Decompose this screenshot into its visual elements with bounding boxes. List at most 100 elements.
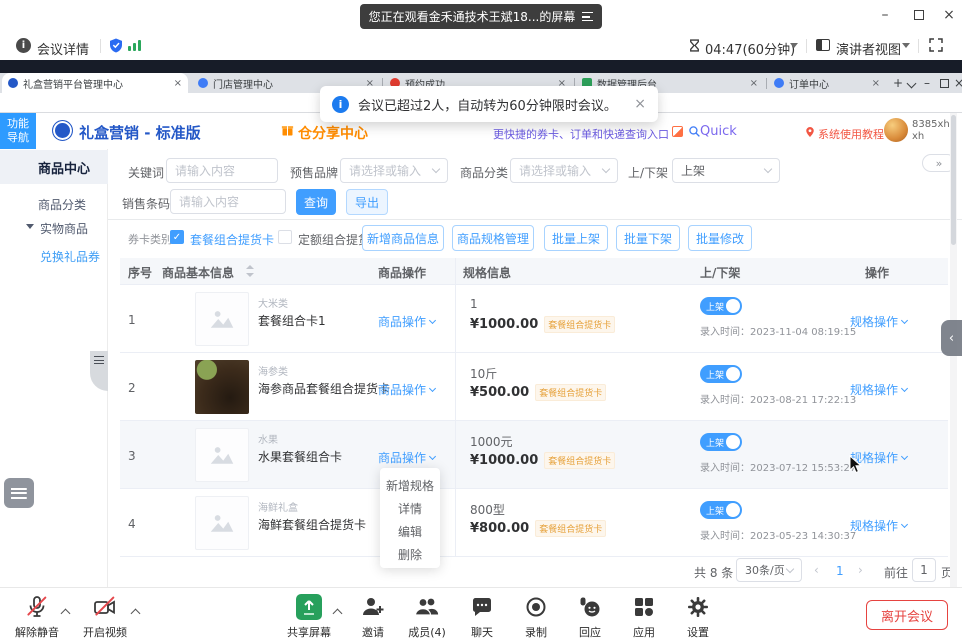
chevron-down-icon — [764, 165, 772, 173]
window-close-button[interactable]: × — [936, 7, 962, 23]
product-category: 大米类 — [258, 295, 288, 310]
window-minimize-button[interactable]: – — [872, 7, 898, 23]
members-button[interactable]: 成员(4) — [400, 594, 454, 640]
invite-button[interactable]: 邀请 — [346, 594, 400, 640]
share-center-link[interactable]: 仓分享中心 — [298, 123, 368, 143]
sidebar-item-goods-category[interactable]: 商品分类 — [38, 196, 86, 213]
keyword-input[interactable] — [166, 158, 278, 183]
browser-close-button[interactable]: × — [954, 76, 962, 90]
flap-menu-icon[interactable] — [94, 356, 104, 364]
expand-caret-icon[interactable] — [26, 224, 34, 229]
spec-manage-button[interactable]: 商品规格管理 — [452, 225, 534, 251]
next-page-icon[interactable]: › — [858, 563, 863, 577]
scrollbar-thumb[interactable] — [951, 115, 956, 245]
menu-item-delete[interactable]: 删除 — [380, 543, 440, 566]
network-signal-icon — [128, 40, 141, 51]
browser-frame — [0, 60, 962, 73]
reactions-button[interactable]: 回应 — [563, 594, 617, 640]
goods-op-link[interactable]: 商品操作 — [378, 381, 435, 398]
spec-op-link[interactable]: 规格操作 — [850, 381, 907, 398]
toast-close-icon[interactable]: × — [634, 96, 646, 112]
th-goods-info[interactable]: 商品基本信息 — [162, 264, 234, 281]
shelf-toggle-on[interactable]: 上架 — [700, 297, 742, 315]
timer-dropdown-icon[interactable] — [790, 43, 798, 48]
spec-op-link[interactable]: 规格操作 — [850, 313, 907, 330]
browser-tab-5[interactable]: 订单中心 × — [768, 73, 886, 93]
batch-off-shelf-button[interactable]: 批量下架 — [616, 225, 680, 251]
record-button[interactable]: 录制 — [509, 594, 563, 640]
quick-entry-icon[interactable] — [672, 126, 683, 137]
th-index: 序号 — [128, 264, 152, 281]
checkbox-combo-card-label[interactable]: 套餐组合提货卡 — [190, 231, 274, 248]
menu-item-add-spec[interactable]: 新增规格 — [380, 474, 440, 497]
current-page[interactable]: 1 — [836, 564, 844, 578]
barcode-input[interactable] — [170, 189, 286, 214]
settings-button[interactable]: 设置 — [671, 594, 725, 640]
sidebar-item-gift-voucher-active[interactable]: 兑换礼品券 — [40, 248, 100, 265]
checkbox-combo-card-checked[interactable]: ✓ — [170, 230, 184, 244]
watching-banner-text: 您正在观看金禾通技术王斌18...的屏幕 — [369, 8, 576, 25]
window-maximize-button[interactable] — [914, 10, 924, 20]
apps-button[interactable]: 应用 — [617, 594, 671, 640]
meeting-timer[interactable]: 04:47(60分钟) — [705, 39, 795, 58]
browser-tab-1[interactable]: 礼盒营销平台管理中心 × — [2, 73, 188, 93]
menu-item-edit[interactable]: 编辑 — [380, 520, 440, 543]
sidebar-section-goods-center[interactable]: 商品中心 — [0, 150, 108, 184]
batch-on-shelf-button[interactable]: 批量上架 — [544, 225, 608, 251]
browser-maximize-button[interactable] — [940, 79, 949, 88]
tab1-close-icon[interactable]: × — [174, 78, 182, 89]
meeting-detail-link[interactable]: 会议详情 — [37, 39, 89, 58]
search-button[interactable]: 查询 — [296, 189, 336, 215]
shelf-value: 上架 — [681, 162, 705, 179]
tab4-close-icon[interactable]: × — [750, 78, 758, 89]
spec-qty: 1 — [470, 297, 478, 311]
floating-list-widget[interactable] — [4, 478, 34, 508]
user-avatar[interactable] — [884, 118, 908, 142]
brand-placeholder: 请选择或输入 — [349, 162, 421, 179]
sidebar-item-physical-goods[interactable]: 实物商品 — [40, 220, 88, 237]
layout-view-icon[interactable] — [816, 39, 830, 51]
prev-page-icon[interactable]: ‹ — [814, 563, 819, 577]
shield-icon[interactable] — [108, 37, 124, 54]
shelf-toggle-on[interactable]: 上架 — [700, 501, 742, 519]
batch-edit-button[interactable]: 批量修改 — [688, 225, 752, 251]
goto-page-input[interactable] — [912, 558, 936, 582]
share-screen-button[interactable]: 共享屏幕 — [282, 594, 336, 640]
checkbox-fixed-card-unchecked[interactable] — [278, 230, 292, 244]
toggle-label: 上架 — [706, 368, 724, 381]
add-goods-button[interactable]: 新增商品信息 — [362, 225, 444, 251]
tab5-favicon — [774, 78, 784, 88]
goods-op-link-open[interactable]: 商品操作 — [378, 449, 435, 466]
tab5-close-icon[interactable]: × — [872, 78, 880, 89]
spec-op-label: 规格操作 — [850, 517, 898, 534]
unmute-button[interactable]: 解除静音 — [10, 594, 64, 640]
new-tab-button[interactable]: + — [893, 76, 903, 90]
chat-button[interactable]: 聊天 — [455, 594, 509, 640]
tab2-favicon — [198, 78, 208, 88]
shelf-toggle-on[interactable]: 上架 — [700, 365, 742, 383]
banner-menu-icon[interactable] — [582, 12, 593, 21]
menu-item-detail[interactable]: 详情 — [380, 497, 440, 520]
start-video-button[interactable]: 开启视频 — [78, 594, 132, 640]
view-mode-label[interactable]: 演讲者视图 — [836, 39, 901, 58]
quick-link[interactable]: Quick — [700, 124, 737, 139]
shelf-label: 上/下架 — [628, 164, 668, 181]
tutorial-link[interactable]: 系统使用教程 — [818, 126, 884, 142]
view-dropdown-icon[interactable] — [902, 43, 910, 48]
sort-icon[interactable] — [246, 265, 254, 277]
brand-select[interactable]: 请选择或输入 — [340, 158, 448, 183]
page-size-select[interactable]: 30条/页 — [736, 558, 802, 582]
category-select[interactable]: 请选择或输入 — [510, 158, 618, 183]
function-nav-tab[interactable]: 功能导航 — [0, 113, 36, 149]
watching-banner: 您正在观看金禾通技术王斌18...的屏幕 — [360, 4, 602, 29]
leave-meeting-button[interactable]: 离开会议 — [866, 600, 948, 630]
fullscreen-icon[interactable] — [928, 37, 944, 53]
product-image-placeholder — [195, 496, 249, 550]
browser-minimize-button[interactable]: – — [924, 76, 930, 90]
export-button[interactable]: 导出 — [346, 189, 388, 215]
spec-op-link[interactable]: 规格操作 — [850, 517, 907, 534]
shelf-toggle-on[interactable]: 上架 — [700, 433, 742, 451]
goods-op-link[interactable]: 商品操作 — [378, 313, 435, 330]
drawer-handle[interactable]: ‹ — [941, 320, 962, 356]
shelf-select[interactable]: 上架 — [672, 158, 780, 183]
